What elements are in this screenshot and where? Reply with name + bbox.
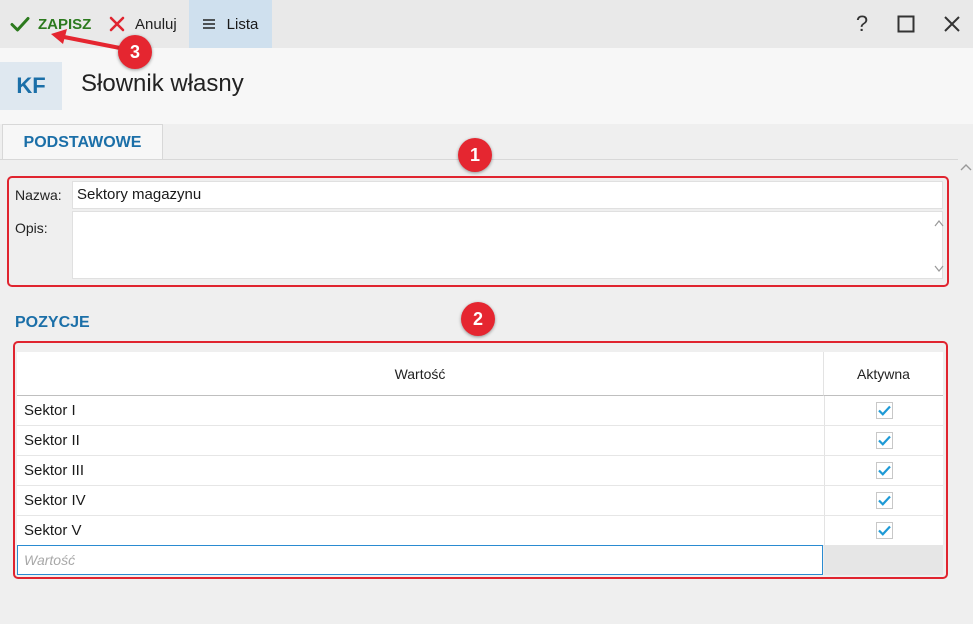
list-label: Lista	[226, 15, 259, 33]
page-title: Słownik własny	[81, 70, 244, 97]
scroll-up-icon[interactable]	[960, 162, 972, 174]
app-badge: KF	[0, 62, 62, 110]
annotation-badge-2: 2	[461, 302, 495, 336]
hamburger-icon	[202, 19, 215, 29]
positions-section-title: POZYCJE	[15, 314, 90, 331]
maximize-button[interactable]	[884, 0, 928, 48]
close-icon	[944, 16, 960, 32]
help-button[interactable]: ?	[840, 0, 884, 48]
annotation-badge-1: 1	[458, 138, 492, 172]
annotation-box-2	[13, 341, 948, 579]
checkmark-icon	[10, 17, 30, 32]
close-button[interactable]	[930, 0, 973, 48]
tab-podstawowe[interactable]: PODSTAWOWE	[2, 124, 163, 160]
help-label: ?	[855, 11, 869, 36]
annotation-box-1	[7, 176, 949, 287]
square-icon	[897, 15, 915, 33]
cancel-label: Anuluj	[135, 15, 177, 33]
list-button[interactable]: Lista	[189, 0, 272, 48]
annotation-badge-3: 3	[118, 35, 152, 69]
